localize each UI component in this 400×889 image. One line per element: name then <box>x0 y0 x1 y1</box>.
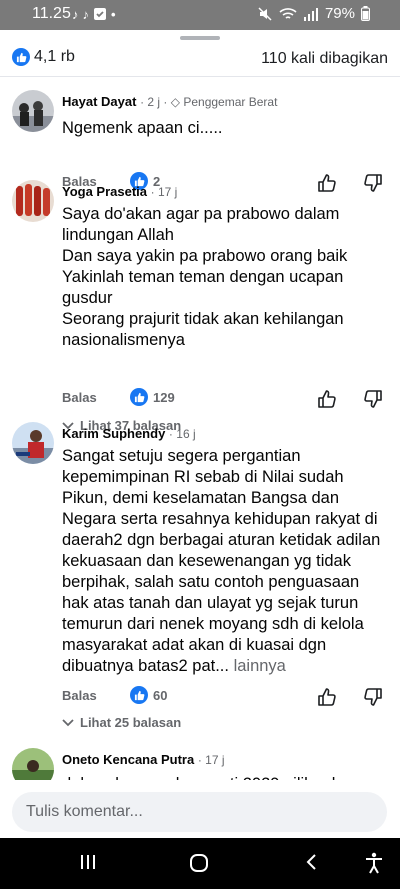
thumbs-up-icon[interactable] <box>316 172 338 194</box>
comment-time: · 2 j · <box>140 95 171 109</box>
reaction-count: 129 <box>153 389 175 405</box>
like-summary[interactable]: 4,1 rb <box>12 48 75 66</box>
time-text: 2 j <box>147 95 161 109</box>
see-more-link[interactable]: lainnya <box>234 657 286 675</box>
comment-line: Seorang prajurit tidak akan kehilangan n… <box>62 310 344 349</box>
shares-count[interactable]: 110 kali dibagikan <box>261 50 388 68</box>
comment-text: Sangat setuju segera pergantian kepemimp… <box>62 446 382 677</box>
view-replies-link[interactable]: Lihat 25 balasan <box>62 715 181 730</box>
status-bar: 11.25 ♪ ♪ • 79% <box>0 0 400 30</box>
reply-button[interactable]: Balas <box>62 390 97 405</box>
diamond-icon: ◇ <box>170 95 180 109</box>
fan-badge: ◇ Penggemar Berat <box>171 95 278 109</box>
reaction-summary[interactable]: 60 <box>130 686 167 704</box>
time-text: 17 j <box>158 185 178 199</box>
author-name: Yoga Prasetia <box>62 184 148 199</box>
thumbs-down-icon[interactable] <box>362 686 384 708</box>
comment-line: Dan saya yakin pa prabowo orang baik <box>62 247 348 265</box>
comment-actions: Balas 129 <box>62 388 388 412</box>
comment-time: · 17 j <box>197 753 225 767</box>
badge-text: Penggemar Berat <box>183 95 278 109</box>
thumbs-up-icon[interactable] <box>316 388 338 410</box>
post-stats: 4,1 rb 110 kali dibagikan <box>12 48 388 72</box>
accessibility-icon[interactable] <box>364 852 384 874</box>
comment-author[interactable]: Yoga Prasetia · 17 j <box>62 184 177 199</box>
comment-author[interactable]: Hayat Dayat · 2 j · ◇ Penggemar Berat <box>62 94 277 109</box>
checkbox-notification-icon <box>94 8 106 20</box>
reaction-count: 60 <box>153 687 168 703</box>
reaction-summary[interactable]: 129 <box>130 388 175 406</box>
comment-body: Sangat setuju segera pergantian kepemimp… <box>62 447 381 675</box>
comment-input[interactable]: Tulis komentar... <box>12 792 387 832</box>
tiktok-icon: ♪ <box>72 6 79 22</box>
author-name: Karim Suphendy <box>62 426 166 441</box>
mute-icon <box>258 6 272 21</box>
view-replies-text: Lihat 25 balasan <box>80 715 182 730</box>
status-right: 79% <box>257 5 370 22</box>
comment-text: Saya do'akan agar pa prabowo dalam lindu… <box>62 204 382 351</box>
battery-percent: 79% <box>324 5 355 22</box>
like-reaction-icon <box>12 48 30 66</box>
comments-sheet: 4,1 rb 110 kali dibagikan Hayat Dayat · … <box>0 30 400 838</box>
thumbs-up-icon[interactable] <box>316 686 338 708</box>
comment-author[interactable]: Oneto Kencana Putra · 17 j <box>62 752 225 767</box>
back-icon[interactable] <box>302 852 322 872</box>
notification-icons: ♪ ♪ • <box>72 4 116 24</box>
author-name: Hayat Dayat <box>62 94 137 109</box>
recent-apps-icon[interactable] <box>78 852 98 872</box>
signal-icon <box>303 7 318 21</box>
home-icon[interactable] <box>188 852 210 874</box>
battery-icon <box>361 6 370 21</box>
avatar[interactable] <box>12 180 54 222</box>
divider <box>0 76 400 77</box>
status-time: 11.25 <box>32 5 71 22</box>
thumbs-down-icon[interactable] <box>362 172 384 194</box>
comment-author[interactable]: Karim Suphendy · 16 j <box>62 426 196 441</box>
like-reaction-icon <box>130 686 148 704</box>
comment-line: Saya do'akan agar pa prabowo dalam lindu… <box>62 205 340 244</box>
time-text: 16 j <box>176 427 196 441</box>
comment-line: Yakinlah teman teman dengan ucapan gusdu… <box>62 268 344 307</box>
thumbs-down-icon[interactable] <box>362 388 384 410</box>
comment-time: · 17 j <box>150 185 178 199</box>
avatar[interactable] <box>12 90 54 132</box>
comment-text: Ngemenk apaan ci..... <box>62 119 223 137</box>
chevron-down-icon <box>62 718 74 726</box>
composer-bar: Tulis komentar... <box>0 780 400 838</box>
comment-time: · 16 j <box>168 427 196 441</box>
like-reaction-icon <box>130 388 148 406</box>
likes-count: 4,1 rb <box>34 48 75 65</box>
drag-handle[interactable] <box>180 36 220 40</box>
reply-button[interactable]: Balas <box>62 688 97 703</box>
avatar[interactable] <box>12 422 54 464</box>
tiktok-icon: ♪ <box>82 6 90 22</box>
system-nav-bar <box>0 838 400 889</box>
dot-icon: • <box>111 6 116 22</box>
author-name: Oneto Kencana Putra <box>62 752 195 767</box>
time-text: 17 j <box>205 753 225 767</box>
comment-actions: Balas 60 <box>62 686 388 710</box>
wifi-icon <box>279 7 297 19</box>
